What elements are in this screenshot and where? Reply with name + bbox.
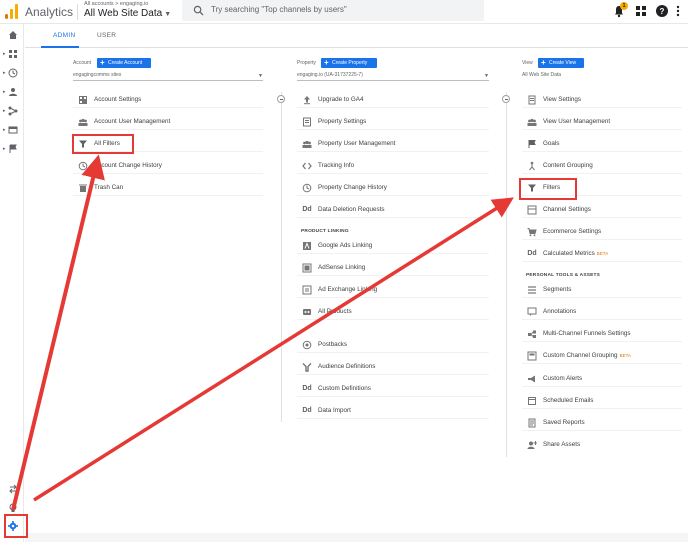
arrow-to-all-filters	[11, 154, 105, 511]
annotation-arrows	[11, 154, 514, 511]
arrow-to-view-filters	[33, 197, 514, 502]
